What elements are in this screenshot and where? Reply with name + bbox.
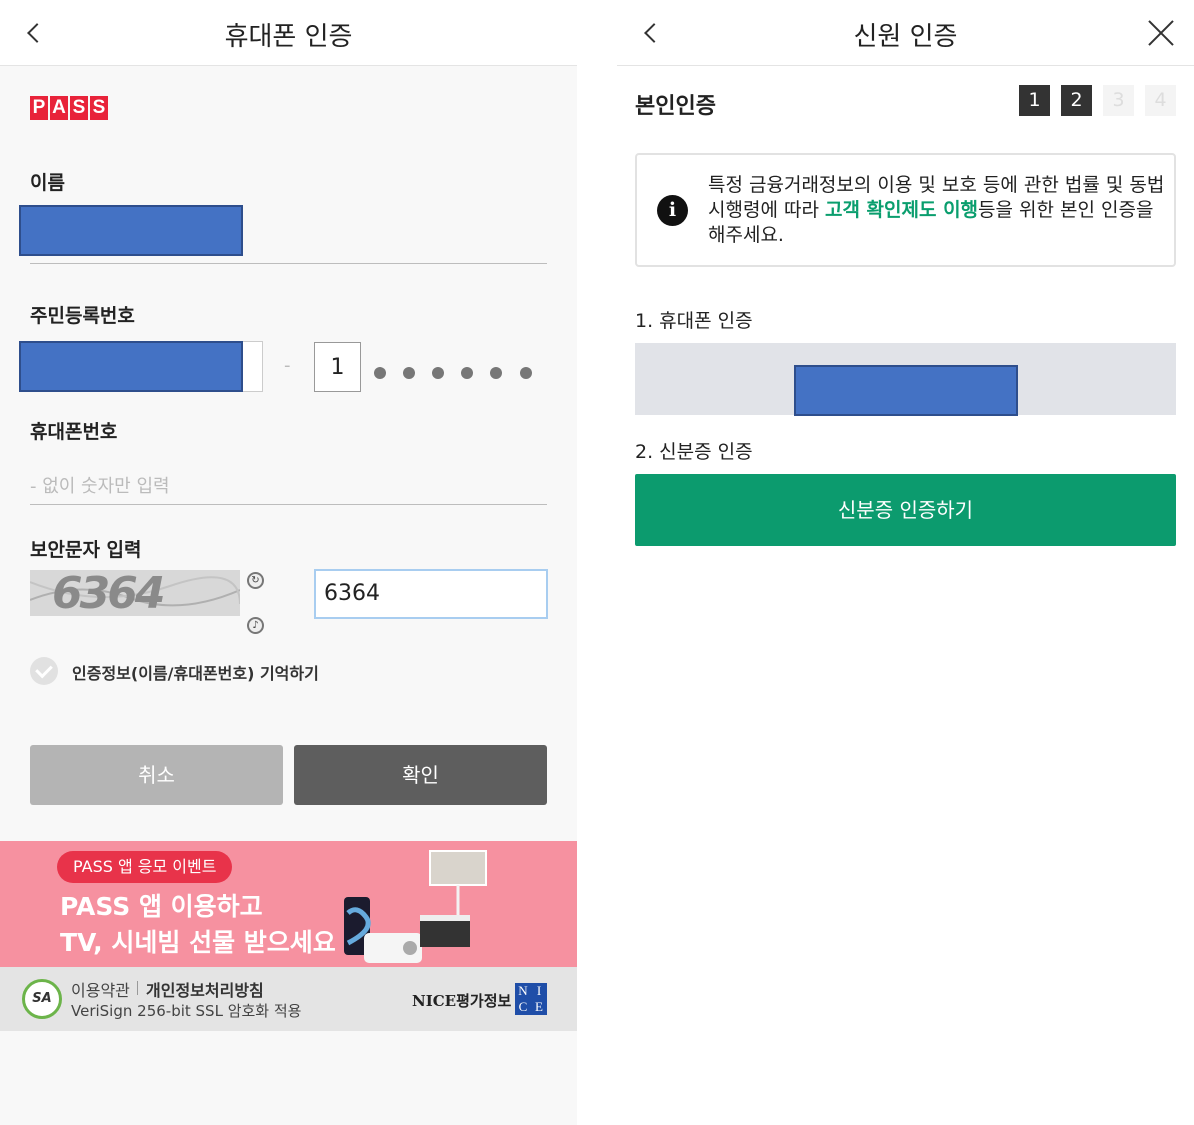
info-notice-box: i 특정 금융거래정보의 이용 및 보호 등에 관한 법률 및 동법 시행령에 …: [635, 153, 1176, 267]
rrn-front-redacted: [19, 341, 243, 392]
left-header: 휴대폰 인증: [0, 0, 577, 66]
captcha-text: 6364: [52, 570, 165, 616]
refresh-icon[interactable]: ↻: [247, 572, 264, 589]
cancel-button[interactable]: 취소: [30, 745, 283, 805]
prize-products-image: [344, 850, 487, 963]
id-verify-button[interactable]: 신분증 인증하기: [635, 474, 1176, 546]
right-header: 신원 인증: [617, 0, 1194, 66]
phone-step-label: 1. 휴대폰 인증: [635, 310, 753, 332]
ssl-notice: VeriSign 256-bit SSL 암호화 적용: [71, 1002, 302, 1020]
event-banner[interactable]: PASS 앱 응모 이벤트 PASS 앱 이용하고 TV, 시네빔 선물 받으세…: [0, 841, 577, 967]
masked-digit-dot: [432, 367, 444, 379]
masked-digit-dot: [403, 367, 415, 379]
footer: SA 이용약관 개인정보처리방침 VeriSign 256-bit SSL 암호…: [0, 967, 577, 1031]
pass-logo-letter: A: [50, 96, 68, 120]
masked-digit-dot: [520, 367, 532, 379]
nice-logo-letter: C: [518, 999, 528, 1014]
section-title: 본인인증: [635, 94, 716, 119]
left-header-title: 휴대폰 인증: [224, 22, 353, 52]
pass-logo-letter: S: [70, 96, 88, 120]
step-indicator: 3: [1103, 85, 1134, 116]
terms-link[interactable]: 이용약관: [71, 977, 130, 1001]
captcha-image: 6364: [30, 570, 240, 616]
info-icon: i: [657, 195, 688, 226]
rrn-separator: -: [284, 355, 291, 376]
step-indicator: 2: [1061, 85, 1092, 116]
footer-divider: [137, 981, 138, 995]
remember-label[interactable]: 인증정보(이름/휴대폰번호) 기억하기: [72, 660, 319, 684]
id-step-label: 2. 신분증 인증: [635, 441, 753, 463]
phone-label: 휴대폰번호: [30, 421, 118, 443]
name-underline: [30, 263, 547, 264]
remember-checkbox[interactable]: [30, 657, 58, 685]
banner-line2: TV, 시네빔 선물 받으세요: [60, 928, 336, 957]
close-icon[interactable]: [1148, 20, 1174, 46]
phone-status-redacted: [794, 365, 1018, 416]
nice-logo: N I C E: [515, 983, 547, 1015]
name-field-redacted[interactable]: [19, 205, 243, 256]
security-label: 보안문자 입력: [30, 539, 142, 561]
banner-line1: PASS 앱 이용하고: [60, 892, 263, 921]
nice-logo-letter: I: [536, 983, 542, 998]
sa-certification-badge: SA: [22, 979, 62, 1019]
banner-pill: PASS 앱 응모 이벤트: [57, 851, 233, 883]
step-indicator: 1: [1019, 85, 1050, 116]
step-indicator: 4: [1145, 85, 1176, 116]
pass-logo-letter: S: [90, 96, 108, 120]
rrn-back-digit-field[interactable]: 1: [314, 342, 361, 392]
info-text: 특정 금융거래정보의 이용 및 보호 등에 관한 법률 및 동법 시행령에 따라…: [708, 173, 1168, 248]
phone-verification-panel: 휴대폰 인증 P A S S 이름 주민등록번호 - 1 휴대폰번호 - 없이 …: [0, 0, 577, 1125]
identity-verification-panel: 신원 인증 본인인증 1 2 3 4 i 특정 금융거래정보의 이용 및 보호 …: [617, 0, 1194, 1125]
pass-logo-letter: P: [30, 96, 48, 120]
nice-logo-letter: E: [535, 999, 543, 1014]
masked-digit-dot: [374, 367, 386, 379]
phone-input[interactable]: - 없이 숫자만 입력: [30, 472, 170, 498]
masked-digit-dot: [461, 367, 473, 379]
privacy-policy-link[interactable]: 개인정보처리방침: [146, 977, 264, 1001]
info-highlight: 고객 확인제도 이행: [824, 199, 979, 221]
confirm-button[interactable]: 확인: [294, 745, 547, 805]
audio-icon[interactable]: ♪: [247, 617, 264, 634]
rrn-label: 주민등록번호: [30, 305, 135, 327]
masked-digit-dot: [490, 367, 502, 379]
security-code-input[interactable]: 6364: [314, 569, 548, 619]
phone-verification-status: [635, 343, 1176, 416]
nice-company-name: NICE평가정보: [412, 992, 512, 1010]
nice-logo-letter: N: [518, 983, 528, 998]
pass-logo: P A S S: [30, 96, 108, 120]
name-label: 이름: [30, 172, 65, 194]
phone-underline: [30, 504, 547, 505]
right-header-title: 신원 인증: [853, 22, 958, 52]
